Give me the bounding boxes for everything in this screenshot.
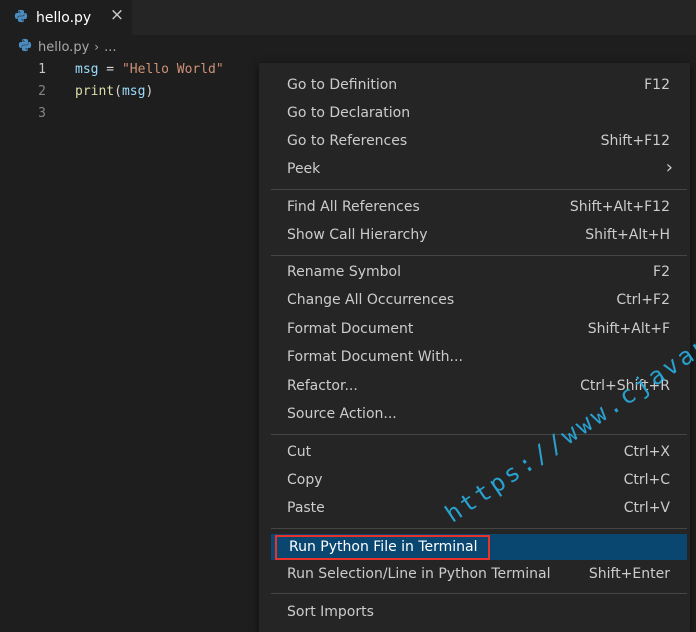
code-line: 2 print(msg) <box>0 81 260 103</box>
line-number: 3 <box>38 106 46 121</box>
menu-separator <box>271 255 687 256</box>
menu-item-label: Peek <box>287 161 321 177</box>
menu-item-label: Go to Definition <box>287 77 398 93</box>
menu-item-sort-imports[interactable]: Sort Imports <box>271 600 687 626</box>
code-token-variable: msg <box>75 62 99 77</box>
python-icon <box>14 8 28 27</box>
menu-item-label: Run Python File in Terminal <box>275 535 490 560</box>
menu-item-format-document-with[interactable]: Format Document With... <box>271 345 687 371</box>
line-number: 1 <box>38 62 46 77</box>
menu-item-find-all-references[interactable]: Find All References Shift+Alt+F12 <box>271 195 687 221</box>
menu-item-shortcut: Shift+F12 <box>600 133 670 149</box>
menu-item-label: Go to References <box>287 133 408 149</box>
code-line: 3 <box>0 103 260 125</box>
code-token-paren: ) <box>145 84 154 99</box>
menu-item-label: Refactor... <box>287 378 358 394</box>
chevron-right-icon: › <box>94 40 100 54</box>
python-icon <box>18 38 32 56</box>
code-token-paren: ( <box>114 84 122 99</box>
line-number: 2 <box>38 84 46 99</box>
menu-item-label: Go to Declaration <box>287 105 411 121</box>
menu-item-cut[interactable]: Cut Ctrl+X <box>271 440 687 466</box>
code-token-operator: = <box>98 62 122 77</box>
menu-item-label: Find All References <box>287 199 420 215</box>
menu-item-label: Cut <box>287 444 312 460</box>
menu-item-shortcut: Ctrl+V <box>623 500 670 516</box>
menu-separator <box>271 528 687 529</box>
menu-item-shortcut: Ctrl+X <box>623 444 670 460</box>
menu-item-label: Rename Symbol <box>287 264 402 280</box>
menu-item-shortcut: Shift+Alt+F12 <box>569 199 670 215</box>
code-line: 1 msg = "Hello World" <box>0 59 260 81</box>
menu-item-rename-symbol[interactable]: Rename Symbol F2 <box>271 260 687 286</box>
menu-item-label: Format Document With... <box>287 349 463 365</box>
menu-item-label: Sort Imports <box>287 604 374 620</box>
menu-item-shortcut: Ctrl+C <box>623 472 670 488</box>
menu-item-shortcut: Shift+Enter <box>588 566 670 582</box>
menu-item-label: Format Document <box>287 321 414 337</box>
menu-separator <box>271 434 687 435</box>
tab-hello-py[interactable]: hello.py × <box>0 0 132 35</box>
menu-item-go-to-definition[interactable]: Go to Definition F12 <box>271 73 687 99</box>
menu-item-change-all-occurrences[interactable]: Change All Occurrences Ctrl+F2 <box>271 288 687 314</box>
menu-separator <box>271 593 687 594</box>
menu-item-shortcut: Ctrl+F2 <box>616 292 670 308</box>
menu-item-show-call-hierarchy[interactable]: Show Call Hierarchy Shift+Alt+H <box>271 223 687 249</box>
menu-item-run-selection-line[interactable]: Run Selection/Line in Python Terminal Sh… <box>271 562 687 588</box>
chevron-right-icon: › <box>665 157 673 178</box>
menu-item-label: Change All Occurrences <box>287 292 455 308</box>
context-menu: Go to Definition F12 Go to Declaration G… <box>259 63 690 632</box>
close-icon[interactable]: × <box>108 5 126 25</box>
code-content: print(msg) <box>75 81 153 103</box>
breadcrumb-file[interactable]: hello.py <box>38 40 89 55</box>
code-token-variable: msg <box>121 84 146 99</box>
menu-item-shortcut: Shift+Alt+H <box>585 227 670 243</box>
menu-item-format-document[interactable]: Format Document Shift+Alt+F <box>271 317 687 343</box>
code-content: msg = "Hello World" <box>75 59 224 81</box>
menu-item-label: Copy <box>287 472 323 488</box>
menu-item-go-to-references[interactable]: Go to References Shift+F12 <box>271 129 687 155</box>
menu-item-shortcut: F2 <box>653 264 670 280</box>
menu-separator <box>271 189 687 190</box>
tab-bar: hello.py × <box>0 0 696 35</box>
menu-item-run-python-file-in-terminal[interactable]: Run Python File in Terminal <box>271 534 687 560</box>
menu-item-label: Show Call Hierarchy <box>287 227 428 243</box>
breadcrumb: hello.py › ... <box>0 35 696 59</box>
code-token-function: print <box>75 84 115 99</box>
menu-item-label: Source Action... <box>287 406 397 422</box>
code-token-string: "Hello World" <box>121 62 224 77</box>
menu-item-label: Paste <box>287 500 325 516</box>
menu-item-peek[interactable]: Peek › <box>271 157 687 183</box>
menu-item-shortcut: F12 <box>644 77 670 93</box>
tab-label: hello.py <box>36 9 92 26</box>
menu-item-go-to-declaration[interactable]: Go to Declaration <box>271 101 687 127</box>
menu-item-shortcut: Shift+Alt+F <box>587 321 670 337</box>
menu-item-label: Run Selection/Line in Python Terminal <box>287 566 551 582</box>
breadcrumb-more[interactable]: ... <box>104 40 116 55</box>
